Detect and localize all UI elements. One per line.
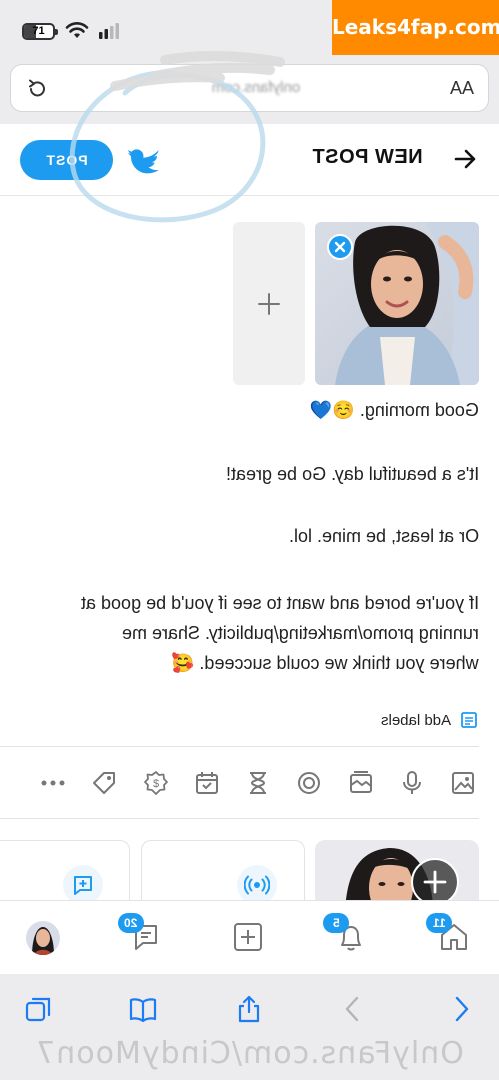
address-bar[interactable]: onlyfans.com AA [10,64,489,112]
message-plus-icon [63,865,103,905]
divider [0,818,479,819]
live-stream-icon [237,865,277,905]
add-post-icon [234,923,262,951]
status-bar: 71 Leaks4fap.com [0,0,499,55]
messages-nav[interactable]: 20 [118,913,166,957]
text-size-button[interactable]: AA [450,78,474,99]
gallery-icon[interactable] [346,768,376,798]
post-text-line-5: running promo/marketing/publicity. Share… [122,623,479,643]
hourglass-icon[interactable] [243,768,273,798]
plus-icon [258,293,280,315]
post-text-line-2: It's a beautiful day. Go be great! [225,464,479,484]
home-badge-count: 11 [432,916,446,930]
wifi-icon [65,22,89,40]
quiz-icon[interactable] [294,768,324,798]
plus-icon [423,870,447,894]
reload-icon[interactable] [25,77,49,101]
add-story-button[interactable] [411,858,459,906]
profile-avatar[interactable] [26,921,60,955]
new-post-header: POST NEW POST [0,124,499,196]
url-text[interactable]: onlyfans.com [171,79,341,99]
add-labels-label: Add labels [380,711,451,729]
status-icons: 71 [22,22,119,40]
post-text-line-3: Or at least, be mine. lol. [288,526,479,546]
post-text-line[interactable]: It's a beautiful day. Go be great! [20,464,479,485]
image-icon[interactable] [448,768,478,798]
post-text-line-4: If you're bored and want to see if you'd… [80,593,479,613]
bookmarks-icon[interactable] [128,994,158,1024]
browser-top-bar: 71 Leaks4fap.com onlyfans.com AA [0,0,499,124]
twitter-icon[interactable] [128,146,160,174]
battery-icon: 71 [22,22,58,40]
tag-icon[interactable] [89,768,119,798]
divider [0,746,479,747]
watermark: Leaks4fap.com [332,0,499,55]
post-toolbar: $ [38,765,478,801]
share-icon[interactable] [234,994,264,1024]
bottom-url-watermark: OnlyFans.com/CindyMoon7 [35,1036,464,1071]
post-text-line[interactable]: Good morning. ☺️💙 [20,400,479,421]
tabs-icon[interactable] [24,994,54,1024]
notifications-badge: 5 [323,913,349,933]
home-badge: 11 [426,913,452,933]
notifications-nav[interactable]: 5 [323,913,371,957]
close-icon [334,241,346,253]
schedule-icon[interactable] [192,768,222,798]
forward-icon[interactable] [446,994,476,1024]
add-labels-button[interactable]: Add labels [381,710,479,730]
label-icon [461,712,477,728]
post-text-paragraph[interactable]: If you're bored and want to see if you'd… [20,588,479,678]
remove-photo-button[interactable] [327,234,353,260]
post-button[interactable]: POST [20,140,113,180]
svg-text:$: $ [152,778,158,790]
home-nav[interactable]: 11 [426,913,474,957]
new-post-nav[interactable] [232,921,268,957]
post-text-line[interactable]: Or at least, be mine. lol. [20,526,479,547]
back-icon[interactable] [338,994,368,1024]
add-media-button[interactable] [233,222,305,385]
page-title: NEW POST [312,146,423,168]
notifications-badge-count: 5 [332,916,340,930]
post-text-line-6: where you think we could succeed. 🥰 [172,653,479,673]
messages-badge-count: 20 [124,916,138,930]
app-bottom-nav: 20 5 11 [0,900,499,974]
microphone-icon[interactable] [397,768,427,798]
signal-icon [99,23,119,39]
more-icon[interactable] [38,768,68,798]
price-icon[interactable]: $ [141,768,171,798]
post-text-line-1: Good morning. ☺️💙 [310,400,479,420]
battery-level-text: 71 [32,24,45,37]
back-arrow-icon[interactable] [452,146,478,172]
messages-badge: 20 [118,913,144,933]
